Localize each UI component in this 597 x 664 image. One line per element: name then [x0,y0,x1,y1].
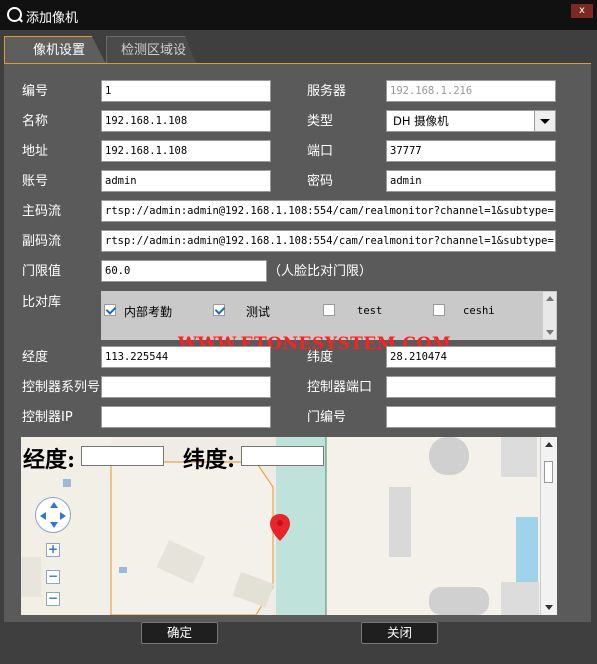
close-button[interactable]: x [571,4,593,18]
map-view[interactable]: 经度: 纬度: + − − [21,437,557,615]
library-item-label: 测试 [246,305,271,319]
account-field[interactable]: admin [101,170,271,192]
map-latitude-input[interactable] [241,446,324,466]
sub-stream-label: 副码流 [22,234,62,249]
controller-port-field[interactable] [386,376,556,398]
library-item-label: ceshi [463,305,495,317]
name-field[interactable]: 192.168.1.108 [101,110,271,132]
scroll-up-icon[interactable] [546,296,554,301]
map-scrollbar[interactable] [540,437,557,615]
tab-camera-settings[interactable]: 像机设置 [4,36,106,64]
password-label: 密码 [307,174,334,189]
door-number-label: 门编号 [307,410,347,425]
scroll-up-icon[interactable] [545,442,553,447]
name-label: 名称 [22,114,49,129]
number-field[interactable]: 1 [101,80,271,102]
tab-detection-area[interactable]: 检测区域设置 [106,36,196,64]
address-field[interactable]: 192.168.1.108 [101,140,271,162]
account-label: 账号 [22,174,49,189]
ok-button[interactable]: 确定 [141,622,218,644]
main-stream-label: 主码流 [22,204,62,219]
scroll-down-icon[interactable] [545,605,553,610]
controller-port-label: 控制器端口 [307,380,373,395]
scroll-down-icon[interactable] [546,330,554,335]
library-scrollbar[interactable] [543,292,556,339]
main-stream-field[interactable]: rtsp://admin:admin@192.168.1.108:554/cam… [101,200,556,222]
server-field[interactable]: 192.168.1.216 [386,80,556,102]
threshold-field[interactable]: 60.0 [101,260,267,282]
number-label: 编号 [22,84,49,99]
search-icon [7,7,22,22]
library-checkbox-0[interactable] [104,304,116,316]
port-label: 端口 [307,144,334,159]
zoom-slider-handle[interactable]: − [46,570,60,584]
map-pan-control[interactable] [35,497,71,533]
library-checkbox-2[interactable] [323,304,335,316]
map-latitude-label: 纬度: [183,447,236,473]
library-checkbox-3[interactable] [433,304,445,316]
library-item-label: 内部考勤 [124,305,173,319]
controller-serial-label: 控制器系列号 [22,380,101,395]
sub-stream-field[interactable]: rtsp://admin:admin@192.168.1.108:554/cam… [101,230,556,252]
latitude-field[interactable]: 28.210474 [386,346,556,368]
close-dialog-button[interactable]: 关闭 [361,622,438,644]
latitude-label: 纬度 [307,350,334,365]
server-label: 服务器 [307,84,347,99]
longitude-label: 经度 [22,350,49,365]
library-item-label: test [357,305,383,317]
title-bar: 添加像机 x [0,0,597,30]
controller-serial-field[interactable] [101,376,271,398]
map-longitude-label: 经度: [23,447,76,473]
zoom-out-button[interactable]: − [46,592,60,606]
password-field[interactable]: admin [386,170,556,192]
threshold-hint: （人脸比对门限） [268,264,373,279]
controller-ip-field[interactable] [101,406,271,428]
zoom-in-button[interactable]: + [46,543,60,557]
library-label: 比对库 [22,295,62,310]
scrollbar-thumb[interactable] [544,461,553,483]
chevron-down-icon[interactable] [534,111,555,131]
controller-ip-label: 控制器IP [22,410,73,425]
address-label: 地址 [22,144,49,159]
longitude-field[interactable]: 113.225544 [101,346,271,368]
window-title: 添加像机 [26,11,79,26]
map-longitude-input[interactable] [81,446,164,466]
door-number-field[interactable] [386,406,556,428]
type-select[interactable]: DH 摄像机 [386,110,556,132]
location-marker-icon[interactable] [270,514,290,542]
threshold-label: 门限值 [22,264,62,279]
type-label: 类型 [307,114,334,129]
type-select-value: DH 摄像机 [393,114,449,128]
port-field[interactable]: 37777 [386,140,556,162]
library-checkbox-1[interactable] [213,304,225,316]
